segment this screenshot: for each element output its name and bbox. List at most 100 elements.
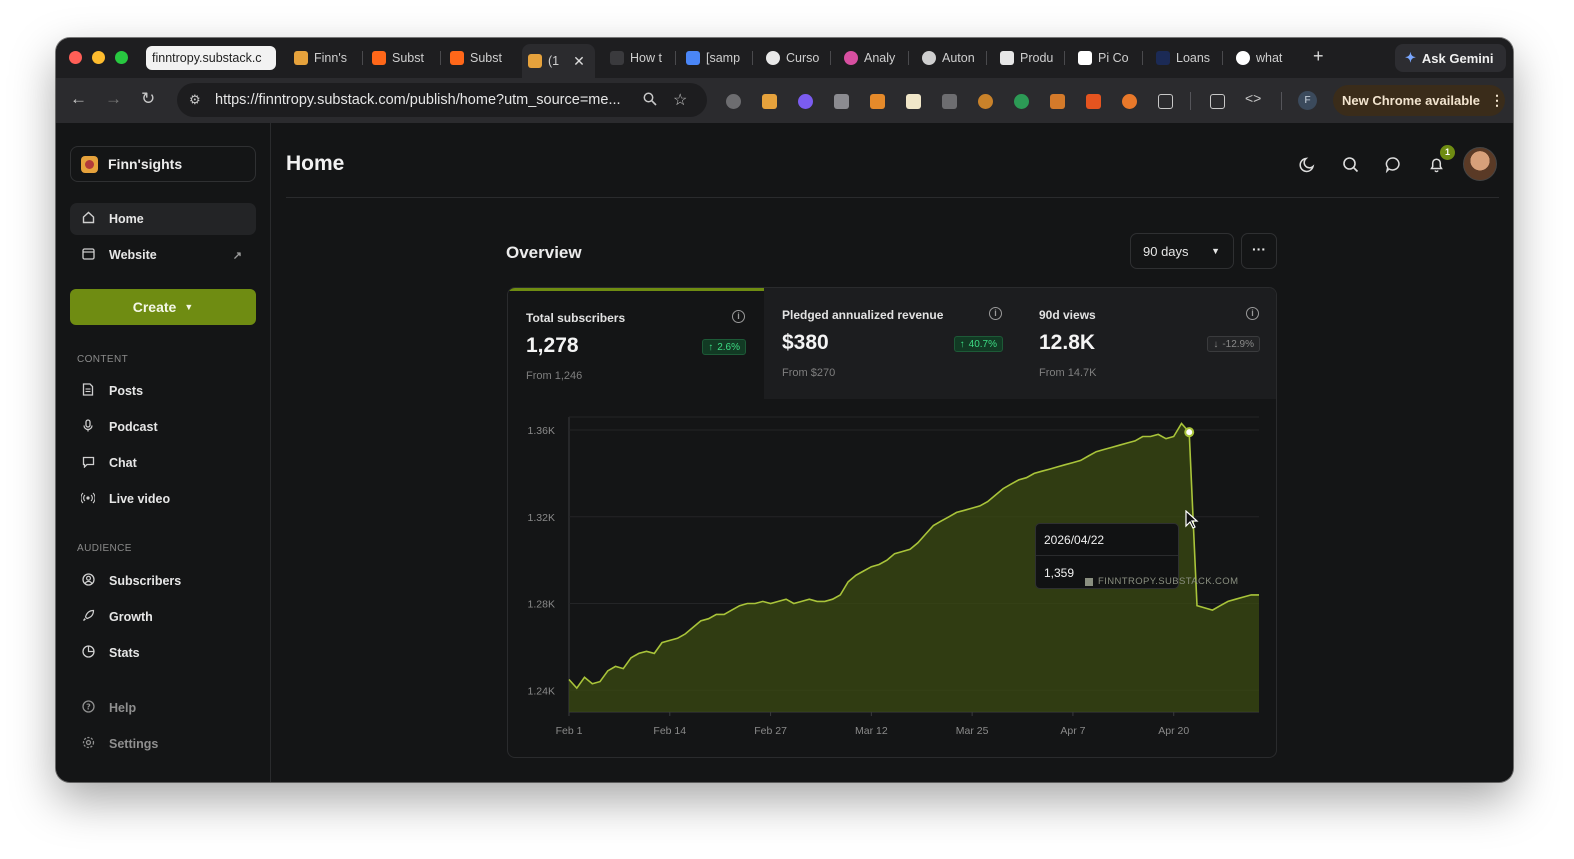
header-divider xyxy=(286,197,1499,198)
sidebar-item-home[interactable]: Home xyxy=(70,203,256,235)
extension-icon[interactable] xyxy=(798,94,813,109)
sidebar-item-live-video[interactable]: Live video xyxy=(70,483,256,515)
browser-tab[interactable]: Curso xyxy=(760,46,824,70)
site-settings-icon[interactable]: ⚙ xyxy=(189,92,207,108)
mouse-pointer-icon xyxy=(1185,510,1199,529)
page-title: Home xyxy=(286,152,345,175)
sidebar-item-subscribers[interactable]: Subscribers xyxy=(70,565,256,597)
substack-icon xyxy=(372,51,386,65)
sidebar-item-posts[interactable]: Posts xyxy=(70,375,256,407)
extension-icon[interactable] xyxy=(1050,94,1065,109)
help-icon: ? xyxy=(81,700,95,716)
user-avatar[interactable] xyxy=(1463,147,1497,181)
extension-s-icon[interactable] xyxy=(942,94,957,109)
browser-tab[interactable]: How t xyxy=(604,46,668,70)
tooltip-value: 1,359 xyxy=(1044,566,1075,580)
tab-favicon-icon xyxy=(294,51,308,65)
kebab-menu-icon[interactable]: ⋮ xyxy=(1490,92,1504,109)
back-arrow-icon[interactable]: ← xyxy=(70,89,87,109)
browser-tab[interactable]: Finn's xyxy=(288,46,352,70)
bookmark-star-icon[interactable]: ☆ xyxy=(673,90,687,110)
browser-tab[interactable]: Analy xyxy=(838,46,902,70)
extension-icon[interactable] xyxy=(834,94,849,109)
tooltip-date: 2026/04/22 xyxy=(1044,533,1105,547)
browser-tab[interactable]: finntropy.substack.c xyxy=(146,46,276,70)
metric-pledged-revenue[interactable]: Pledged annualized revenue i $380 ↑ 40.7%… xyxy=(764,288,1021,399)
browser-tab[interactable]: Auton xyxy=(916,46,980,70)
close-window-button[interactable] xyxy=(69,51,82,64)
gemini-sparkle-icon: ✦ xyxy=(1405,50,1416,65)
sidebar-item-help[interactable]: ? Help xyxy=(70,692,256,724)
change-badge: ↓ -12.9% xyxy=(1207,336,1260,352)
extension-g-icon[interactable] xyxy=(726,94,741,109)
notification-bell-icon[interactable] xyxy=(1428,156,1445,178)
x-tick-label: Mar 25 xyxy=(956,725,989,737)
tab-favicon-icon xyxy=(1156,51,1170,65)
info-icon[interactable]: i xyxy=(1246,307,1259,320)
sidebar-item-podcast[interactable]: Podcast xyxy=(70,411,256,443)
create-button[interactable]: Create ▼ xyxy=(70,289,256,325)
reload-icon[interactable]: ↻ xyxy=(141,89,155,109)
extension-icon[interactable] xyxy=(906,94,921,109)
publication-logo-icon xyxy=(81,155,98,173)
sidebar-item-growth[interactable]: Growth xyxy=(70,601,256,633)
minimize-window-button[interactable] xyxy=(92,51,105,64)
devtools-code-icon[interactable]: <> xyxy=(1245,90,1261,106)
info-icon[interactable]: i xyxy=(732,310,745,323)
new-chrome-available-button[interactable]: New Chrome available ⋮ xyxy=(1333,85,1505,116)
forward-arrow-icon[interactable]: → xyxy=(105,89,122,109)
browser-tab[interactable]: what xyxy=(1230,46,1294,70)
highlight-point xyxy=(1184,427,1195,438)
notification-count-badge: 1 xyxy=(1440,145,1455,160)
document-icon xyxy=(81,383,95,399)
y-tick-label: 1.24K xyxy=(528,685,555,697)
browser-toolbar: ← → ↻ ⚙ https://finntropy.substack.com/p… xyxy=(56,78,1513,123)
x-tick-label: Feb 14 xyxy=(653,725,686,737)
publication-switcher[interactable]: Finn'sights xyxy=(70,146,256,182)
tab-search-icon[interactable] xyxy=(1210,94,1225,109)
extension-icon[interactable] xyxy=(978,94,993,109)
broadcast-icon xyxy=(80,492,96,507)
microphone-icon xyxy=(81,419,95,435)
ask-gemini-button[interactable]: ✦ Ask Gemini xyxy=(1395,44,1506,72)
main-area: Home 1 Overview 90 days ▼ ··· Total subs… xyxy=(272,123,1513,782)
x-tick-label: Apr 20 xyxy=(1158,725,1189,737)
metric-total-subscribers[interactable]: Total subscribers i 1,278 ↑ 2.6% From 1,2… xyxy=(508,288,764,399)
search-icon[interactable] xyxy=(1342,156,1359,178)
extensions-puzzle-icon[interactable] xyxy=(1158,94,1173,109)
caret-down-icon: ▼ xyxy=(1211,246,1220,256)
extension-icon[interactable] xyxy=(762,94,777,109)
browser-tab-active[interactable]: (1 ✕ xyxy=(522,44,595,78)
sidebar: Finn'sights Home Website ↗ Create ▼ CONT… xyxy=(56,123,271,782)
url-text[interactable]: https://finntropy.substack.com/publish/h… xyxy=(215,92,635,108)
browser-tab[interactable]: Pi Co xyxy=(1072,46,1136,70)
sidebar-item-stats[interactable]: Stats xyxy=(70,637,256,669)
browser-tab[interactable]: Produ xyxy=(994,46,1058,70)
more-options-button[interactable]: ··· xyxy=(1241,233,1277,269)
zoom-icon[interactable] xyxy=(643,92,657,109)
dark-mode-moon-icon[interactable] xyxy=(1299,156,1316,178)
info-icon[interactable]: i xyxy=(989,307,1002,320)
sidebar-item-settings[interactable]: Settings xyxy=(70,728,256,760)
extension-icon[interactable] xyxy=(1014,94,1029,109)
address-bar[interactable]: ⚙ https://finntropy.substack.com/publish… xyxy=(177,83,707,117)
browser-tab[interactable]: [samp xyxy=(680,46,744,70)
extension-icon[interactable] xyxy=(870,94,885,109)
date-range-select[interactable]: 90 days ▼ xyxy=(1130,233,1234,269)
chat-bubble-icon[interactable] xyxy=(1385,156,1402,178)
sidebar-item-website[interactable]: Website ↗ xyxy=(70,239,256,271)
pie-chart-icon xyxy=(81,645,95,661)
metric-90d-views[interactable]: 90d views i 12.8K ↓ -12.9% From 14.7K xyxy=(1021,288,1276,399)
new-tab-button[interactable]: + xyxy=(1313,46,1324,67)
maximize-window-button[interactable] xyxy=(115,51,128,64)
close-tab-icon[interactable]: ✕ xyxy=(573,53,585,70)
profile-avatar[interactable]: F xyxy=(1298,91,1317,110)
extension-icon[interactable] xyxy=(1122,94,1137,109)
x-tick-label: Apr 7 xyxy=(1060,725,1085,737)
chart-watermark: FINNTROPY.SUBSTACK.COM xyxy=(1085,576,1238,587)
browser-tab[interactable]: Subst xyxy=(366,46,432,70)
sidebar-item-chat[interactable]: Chat xyxy=(70,447,256,479)
extension-crown-icon[interactable] xyxy=(1086,94,1101,109)
browser-tab[interactable]: Loans xyxy=(1150,46,1216,70)
browser-tab[interactable]: Subst xyxy=(444,46,510,70)
